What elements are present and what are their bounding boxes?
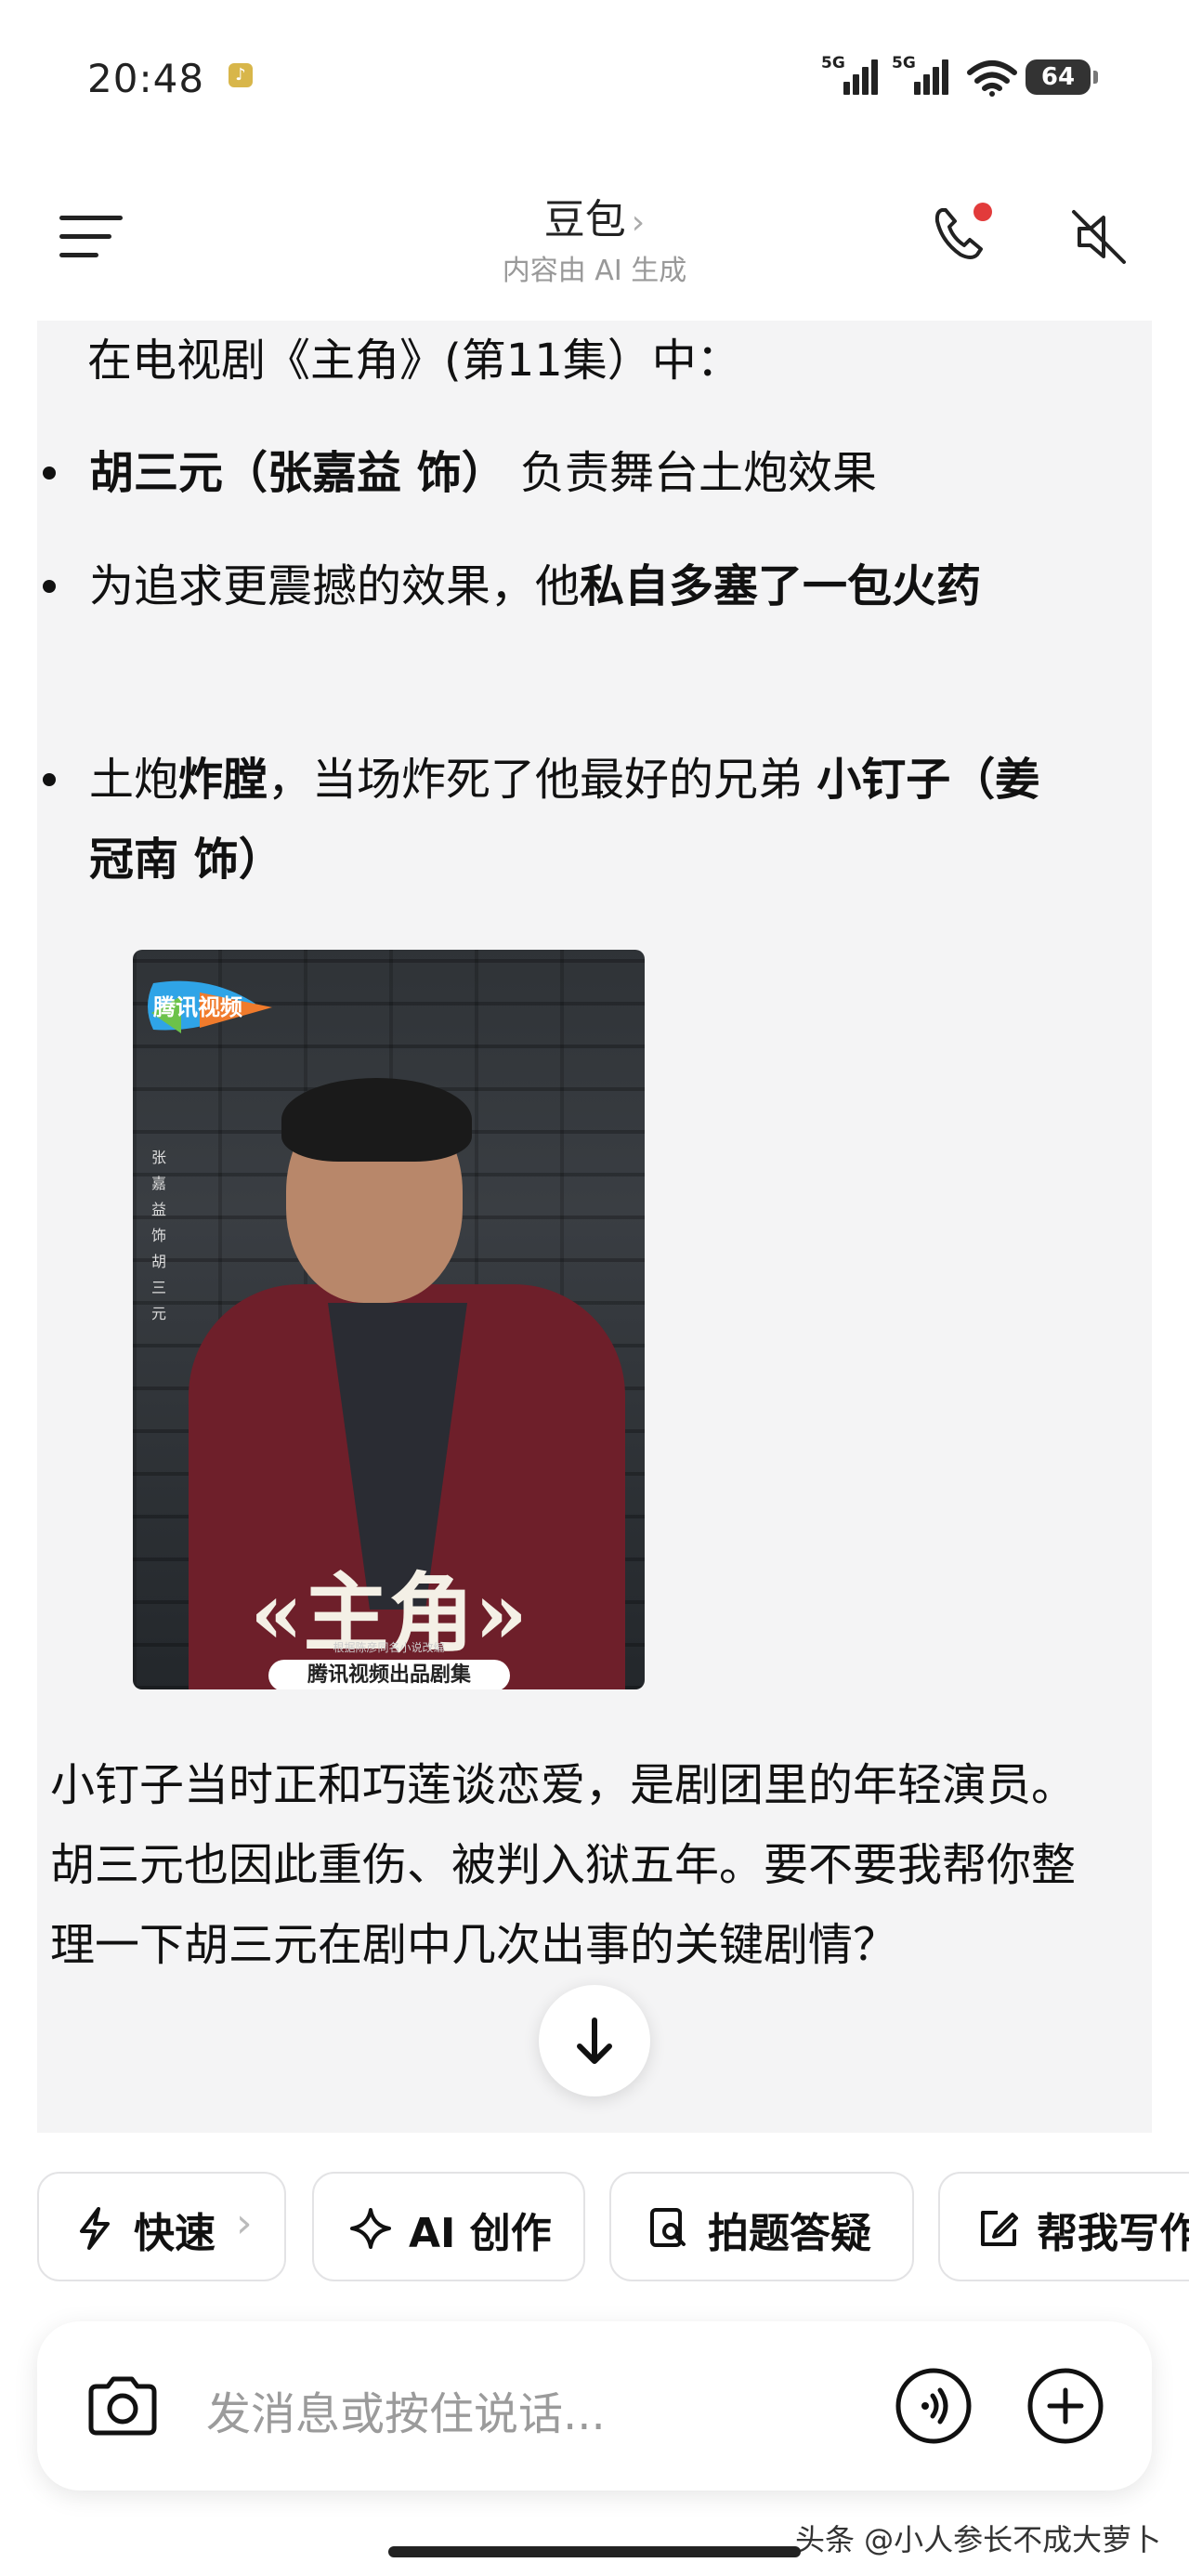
message-input[interactable]: 发消息或按住说话... (206, 2377, 606, 2442)
lightning-icon (80, 2207, 110, 2250)
clock: 20:48 (87, 56, 205, 101)
message-intro: 在电视剧《主角》(第11集）中： (87, 335, 741, 387)
arrow-down-icon (577, 2017, 612, 2064)
signal-icon: 5G (892, 54, 949, 95)
scroll-to-bottom-button[interactable] (539, 1985, 650, 2096)
home-indicator[interactable] (388, 2546, 801, 2557)
doc-search-icon (650, 2208, 686, 2247)
chip-ai-create[interactable]: AI 创作 (312, 2172, 585, 2281)
chat-title[interactable]: 豆包 › (0, 186, 1189, 245)
add-icon[interactable] (1026, 2366, 1105, 2446)
sparkle-icon (350, 2208, 391, 2249)
poster-small-line: 根据陈彦同名小说改编 (333, 1641, 445, 1654)
ai-disclaimer: 内容由 AI 生成 (502, 255, 687, 287)
bullet-item: 土炮炸膛，当场炸死了他最好的兄弟 小钉子（姜冠南 饰） (43, 740, 1074, 900)
status-bar: 20:48 ♪ 5G 5G 64 (0, 0, 1189, 158)
edit-icon (981, 2211, 1018, 2246)
poster-credit: 张嘉益 饰 胡三元 (150, 1149, 166, 1322)
top-nav: 豆包 › 内容由 AI 生成 (0, 158, 1189, 321)
speaker-mute-icon[interactable] (1066, 204, 1131, 269)
tencent-video-logo-text: 腾讯视频 (153, 994, 242, 1020)
bullet-item: 为追求更震撼的效果，他私自多塞了一包火药 (43, 546, 1074, 626)
signal-icon: 5G (821, 54, 879, 95)
chip-help-write[interactable]: 帮我写作 (938, 2172, 1189, 2281)
camera-icon[interactable] (85, 2373, 160, 2438)
message-followup: 小钉子当时正和巧莲谈恋爱，是剧团里的年轻演员。胡三元也因此重伤、被判入狱五年。要… (50, 1759, 1077, 1971)
chip-photo-question[interactable]: 拍题答疑 (609, 2172, 914, 2281)
app-notification-icon: ♪ (229, 63, 253, 87)
notification-dot (973, 203, 992, 221)
message-input-bar: 发消息或按住说话... (37, 2321, 1152, 2491)
bullet-item: 胡三元（张嘉益 饰） 负责舞台土炮效果 (43, 433, 1074, 513)
call-icon[interactable] (929, 201, 994, 266)
chip-fast[interactable]: 快速 › (37, 2172, 286, 2281)
voice-call-icon[interactable] (894, 2366, 973, 2446)
poster-badge: 腾讯视频出品剧集 (268, 1660, 510, 1689)
wifi-icon (967, 60, 1017, 97)
drama-poster-image[interactable]: 腾讯视频 张嘉益 饰 胡三元 «主角» 根据陈彦同名小说改编 腾讯视频出品剧集 (133, 950, 645, 1689)
watermark: 头条 @小人参长不成大萝卜 (795, 2522, 1162, 2557)
battery-indicator: 64 (1026, 59, 1098, 95)
